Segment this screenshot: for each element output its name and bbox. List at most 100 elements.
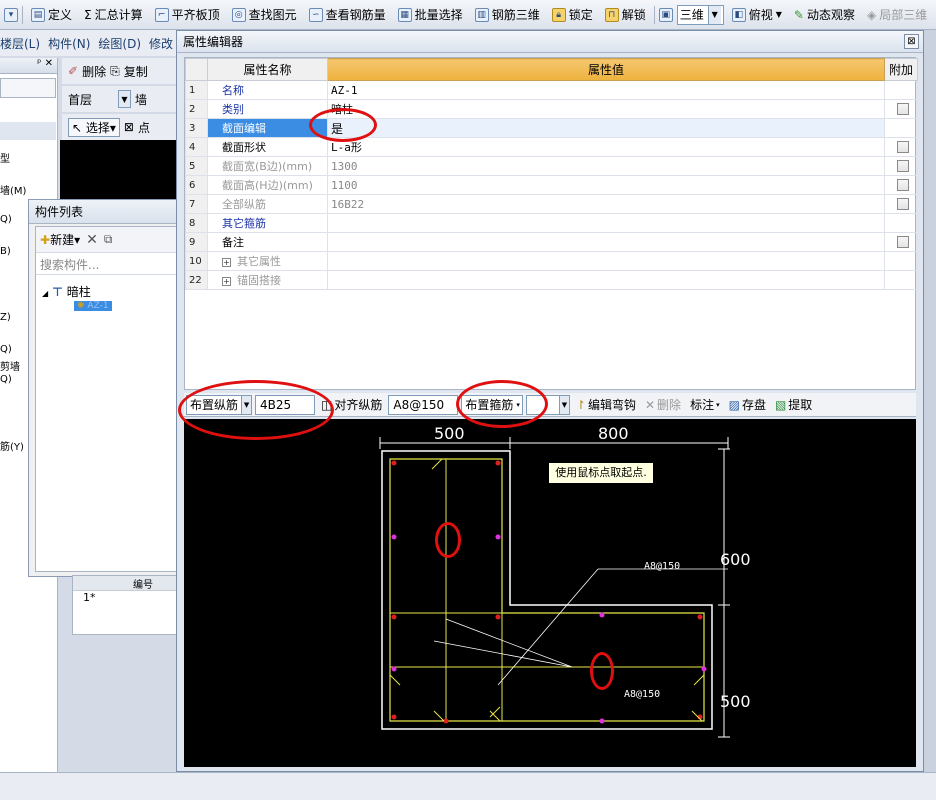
edit-hook-button[interactable]: ↾ 编辑弯钩 <box>573 395 639 414</box>
new-button[interactable]: ✚新建▾ <box>40 231 80 248</box>
top-view-button[interactable]: ◧ 俯视 ▼ <box>728 4 786 25</box>
property-name[interactable]: 全部纵筋 <box>207 194 328 214</box>
close-icon[interactable]: ✕ <box>45 58 53 69</box>
expand-icon[interactable]: + <box>222 258 231 267</box>
element-type-combo[interactable]: 墙 <box>135 91 147 108</box>
unlock-button[interactable]: ⊓ 解锁 <box>601 4 650 25</box>
nav-item[interactable]: 筋(Y) <box>0 438 24 453</box>
copy-button[interactable]: 复制 <box>124 63 148 80</box>
nav-item[interactable]: 型 <box>0 150 10 165</box>
property-row[interactable]: 10 + 其它属性 <box>185 251 918 271</box>
extra-checkbox[interactable] <box>896 198 909 210</box>
property-name[interactable]: 截面宽(B边)(mm) <box>207 156 328 176</box>
sum-calc-button[interactable]: Σ 汇总计算 <box>80 4 147 25</box>
annotate-button[interactable]: 标注 ▾ <box>687 395 723 414</box>
view-mode-combo[interactable]: 三维 ▼ <box>676 4 724 25</box>
property-row[interactable]: 4 截面形状 L-a形 <box>185 137 918 157</box>
lock-label: 锁定 <box>568 8 593 22</box>
property-value[interactable]: L-a形 <box>327 137 885 157</box>
nav-item[interactable]: Q) <box>0 214 12 225</box>
property-row[interactable]: 2 类别 暗柱 <box>185 99 918 119</box>
property-value[interactable]: 是 <box>327 118 885 138</box>
batch-select-button[interactable]: ▦ 批量选择 <box>394 4 467 25</box>
property-value[interactable] <box>327 251 885 271</box>
chevron-down-icon[interactable]: ▼ <box>118 90 131 108</box>
property-name[interactable]: 截面形状 <box>207 137 328 157</box>
expand-icon[interactable]: + <box>222 277 231 286</box>
extra-checkbox[interactable] <box>896 141 909 153</box>
copy-icon[interactable]: ⧉ <box>104 232 113 247</box>
menu-floor[interactable]: 楼层(L) <box>0 35 40 52</box>
define-button[interactable]: ▤ 定义 <box>27 4 76 25</box>
property-value[interactable]: AZ-1 <box>327 80 885 100</box>
save-button[interactable]: ▨ 存盘 <box>726 395 769 414</box>
property-row[interactable]: 22 + 锚固搭接 <box>185 270 918 290</box>
delete-x-icon[interactable]: ✕ <box>86 232 98 248</box>
lock-button[interactable]: 🔒︎ 锁定 <box>548 4 597 25</box>
property-row[interactable]: 6 截面高(H边)(mm) 1100 <box>185 175 918 195</box>
partial-3d-button[interactable]: ◈ 局部三维 <box>863 4 931 25</box>
property-name[interactable]: 名称 <box>207 80 328 100</box>
property-name[interactable]: 备注 <box>207 232 328 252</box>
property-value[interactable]: 1100 <box>327 175 885 195</box>
extra-cell <box>884 270 918 290</box>
unlock-label: 解锁 <box>621 8 646 22</box>
find-element-button[interactable]: ◎ 查找图元 <box>228 4 301 25</box>
property-value[interactable] <box>327 213 885 233</box>
property-row[interactable]: 9 备注 <box>185 232 918 252</box>
extra-checkbox[interactable] <box>896 179 909 191</box>
property-row[interactable]: 1 名称 AZ-1 <box>185 80 918 100</box>
property-value[interactable]: 1300 <box>327 156 885 176</box>
property-value[interactable] <box>327 232 885 252</box>
property-name[interactable]: 其它箍筋 <box>207 213 328 233</box>
dynamic-view-button[interactable]: ✎ 动态观察 <box>790 4 859 25</box>
extra-checkbox[interactable] <box>896 236 909 248</box>
property-row[interactable]: 3 截面编辑 是 <box>185 118 918 138</box>
column-icon: ⊤ <box>51 285 63 299</box>
property-name[interactable]: + 锚固搭接 <box>207 270 328 290</box>
property-row[interactable]: 5 截面宽(B边)(mm) 1300 <box>185 156 918 176</box>
property-value[interactable] <box>327 270 885 290</box>
dropdown-arrow-icon[interactable]: ▾ <box>4 7 18 22</box>
nav-item[interactable]: Z) <box>0 312 11 323</box>
floor-combo[interactable]: 首层 <box>68 91 114 108</box>
extract-button[interactable]: ▧ 提取 <box>772 395 815 414</box>
view-rebar-button[interactable]: ∽ 查看钢筋量 <box>305 4 390 25</box>
flush-top-button[interactable]: ⌐ 平齐板顶 <box>151 4 224 25</box>
menu-component[interactable]: 构件(N) <box>48 35 90 52</box>
extra-checkbox[interactable] <box>896 160 909 172</box>
drawing-canvas-fragment[interactable] <box>60 140 180 200</box>
property-value[interactable]: 16B22 <box>327 194 885 214</box>
extra-checkbox[interactable] <box>896 103 909 115</box>
rebar-3d-button[interactable]: ▥ 钢筋三维 <box>471 4 544 25</box>
delete-rebar-button[interactable]: ✕ 删除 <box>642 395 684 414</box>
tree-root[interactable]: ◢ ⊤ 暗柱 <box>42 283 91 300</box>
menu-modify[interactable]: 修改 <box>149 35 173 52</box>
chevron-down-icon[interactable]: ▼ <box>558 395 569 414</box>
chevron-down-icon[interactable]: ▼ <box>707 5 721 24</box>
pin-icon[interactable]: ᵖ <box>37 58 41 69</box>
nav-item[interactable]: Q) <box>0 344 12 355</box>
property-name[interactable]: 截面高(H边)(mm) <box>207 175 328 195</box>
collapse-icon[interactable]: ◢ <box>42 289 48 298</box>
delete-button[interactable]: 删除 <box>82 63 106 80</box>
left-panel-combo[interactable] <box>0 78 56 98</box>
nav-item[interactable]: B) <box>0 246 11 257</box>
nav-item[interactable]: Q) <box>0 374 12 385</box>
row-number: 4 <box>185 137 208 157</box>
close-icon[interactable]: ⊠ <box>904 34 919 49</box>
tree-item-selected[interactable]: ✺ AZ-1 <box>74 301 112 311</box>
nav-item[interactable]: 剪墙 <box>0 358 20 373</box>
property-row[interactable]: 7 全部纵筋 16B22 <box>185 194 918 214</box>
stirrup-input[interactable]: A8@150 <box>388 394 459 415</box>
property-name[interactable]: 类别 <box>207 99 328 119</box>
table-row[interactable]: 1* <box>73 590 181 608</box>
property-value[interactable]: 暗柱 <box>327 99 885 119</box>
nav-item[interactable]: 墙(M) <box>0 182 26 197</box>
property-row[interactable]: 8 其它箍筋 <box>185 213 918 233</box>
property-name[interactable]: + 其它属性 <box>207 251 328 271</box>
menu-draw[interactable]: 绘图(D) <box>98 35 141 52</box>
component-search-input[interactable]: 搜索构件... <box>36 255 180 275</box>
select-button[interactable]: ↖ 选择▾ <box>68 117 120 137</box>
point-button[interactable]: 点 <box>138 119 150 136</box>
